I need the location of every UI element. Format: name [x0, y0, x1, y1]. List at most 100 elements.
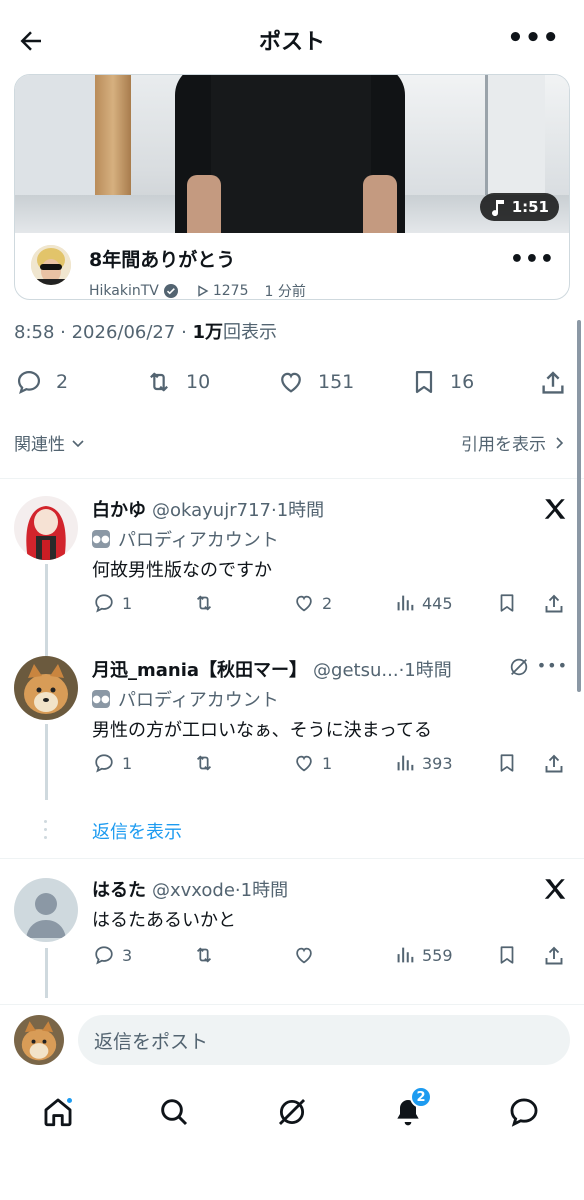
bookmark-button[interactable]: 16: [410, 368, 474, 396]
repost-button[interactable]: 10: [144, 368, 210, 396]
sort-dropdown[interactable]: 関連性: [14, 430, 85, 455]
view-quotes-link[interactable]: 引用を表示: [461, 430, 566, 455]
reply-author-handle[interactable]: @getsu...: [313, 660, 399, 681]
reply-author-handle[interactable]: @xvxode: [152, 880, 235, 901]
grok-icon[interactable]: [508, 656, 530, 678]
thread-continuation-dots: [44, 820, 48, 844]
parody-text: パロディアカウント: [118, 530, 279, 551]
repost-button[interactable]: [192, 752, 216, 774]
video-views: 1275: [212, 283, 249, 299]
divider: [0, 858, 584, 859]
repost-icon: [196, 595, 212, 611]
verified-check-icon: [163, 284, 178, 298]
reply-button[interactable]: 1: [92, 752, 132, 774]
like-count: 151: [318, 371, 355, 393]
reply-actions: 3 559: [92, 944, 572, 972]
tab-grok[interactable]: [272, 1092, 312, 1132]
reply-input[interactable]: 返信をポスト: [78, 1015, 570, 1065]
home-unread-dot: [65, 1096, 74, 1105]
bookmark-button[interactable]: [496, 592, 518, 614]
reply-author-name[interactable]: 月迅_mania【秋田マー】: [92, 656, 307, 682]
like-button[interactable]: 1: [292, 752, 332, 774]
reply-icon: [95, 594, 113, 613]
x-logo-icon[interactable]: [542, 496, 568, 522]
bookmark-count: 16: [450, 371, 475, 393]
chevron-right-icon: [556, 436, 564, 449]
views-button[interactable]: 559: [394, 944, 453, 966]
parody-mask-icon: ●●: [92, 690, 110, 708]
channel-avatar[interactable]: [31, 245, 71, 285]
repost-icon: [150, 372, 168, 392]
views-count: 559: [422, 945, 453, 965]
reply-composer: 返信をポスト: [0, 1004, 584, 1074]
like-button[interactable]: 151: [276, 368, 354, 396]
reply-count: 1: [122, 593, 133, 613]
parody-text: パロディアカウント: [118, 690, 279, 711]
post-meta: 8:58 · 2026/06/27 · 1万回表示: [14, 322, 278, 343]
more-options-icon[interactable]: •••: [537, 656, 568, 675]
tab-search[interactable]: [154, 1092, 194, 1132]
share-button[interactable]: [542, 592, 566, 616]
channel-name[interactable]: HikakinTV: [89, 283, 159, 299]
duration-badge: 1:51: [479, 193, 559, 221]
post-time: 8:58: [14, 322, 55, 343]
my-avatar[interactable]: [14, 1015, 64, 1065]
reply-author-name[interactable]: はるた: [92, 876, 146, 902]
post-date: 2026/06/27: [71, 322, 176, 343]
share-button[interactable]: [542, 752, 566, 776]
views-count: 445: [422, 593, 453, 613]
share-icon: [542, 371, 564, 394]
reply-count: 3: [122, 945, 133, 965]
default-avatar-icon[interactable]: [14, 878, 78, 942]
x-logo-icon[interactable]: [542, 876, 568, 902]
video-thumbnail[interactable]: 1:51: [15, 75, 569, 233]
video-more-icon[interactable]: •••: [510, 247, 555, 272]
show-replies-link[interactable]: 返信を表示: [92, 818, 182, 844]
tab-messages[interactable]: [504, 1092, 544, 1132]
like-button[interactable]: 2: [292, 592, 332, 614]
repost-count: 10: [186, 371, 211, 393]
bottom-tab-bar: 2: [0, 1080, 584, 1146]
repost-icon: [196, 947, 212, 963]
reply-button[interactable]: 3: [92, 944, 132, 966]
views-button[interactable]: 445: [394, 592, 453, 614]
views-bar-chart-icon: [397, 595, 414, 611]
share-button[interactable]: [538, 368, 568, 398]
avatar[interactable]: [14, 656, 78, 720]
bookmark-icon: [500, 594, 514, 612]
tab-home[interactable]: [38, 1092, 78, 1132]
avatar[interactable]: [14, 496, 78, 560]
video-meta: HikakinTV 1275 1 分前: [89, 281, 306, 299]
repost-button[interactable]: [192, 592, 216, 614]
bookmark-button[interactable]: [496, 752, 518, 774]
bookmark-button[interactable]: [496, 944, 518, 966]
scrollbar[interactable]: [577, 320, 581, 692]
repost-button[interactable]: [192, 944, 216, 966]
share-button[interactable]: [542, 944, 566, 968]
reply-button[interactable]: 1: [92, 592, 132, 614]
reply-button[interactable]: 2: [14, 368, 68, 396]
tab-notifications[interactable]: 2: [388, 1086, 432, 1132]
like-button[interactable]: [292, 944, 316, 966]
bookmark-icon: [415, 370, 433, 394]
bookmark-icon: [500, 946, 514, 964]
views-button[interactable]: 393: [394, 752, 453, 774]
share-icon: [545, 754, 563, 773]
view-quotes-label: 引用を表示: [461, 435, 546, 455]
reply-icon: [17, 370, 41, 395]
heart-icon: [296, 755, 312, 772]
reply-author-handle[interactable]: @okayujr717: [152, 500, 271, 521]
reply-count: 1: [122, 753, 133, 773]
video-card[interactable]: 1:51 8年間ありがとう HikakinTV 1275 1 分前 •••: [14, 74, 570, 300]
heart-icon: [281, 372, 301, 393]
reply-text: はるたあるいかと: [92, 910, 236, 931]
views-count: 393: [422, 753, 453, 773]
heart-icon: [296, 595, 312, 612]
parody-label: ●● パロディアカウント: [92, 686, 279, 712]
back-arrow-icon[interactable]: [16, 26, 46, 56]
reply-author-name[interactable]: 白かゆ: [92, 496, 146, 522]
post-views-count: 1万: [192, 322, 224, 343]
views-bar-chart-icon: [397, 947, 414, 963]
sort-label: 関連性: [14, 435, 65, 455]
more-options-icon[interactable]: •••: [507, 25, 560, 51]
